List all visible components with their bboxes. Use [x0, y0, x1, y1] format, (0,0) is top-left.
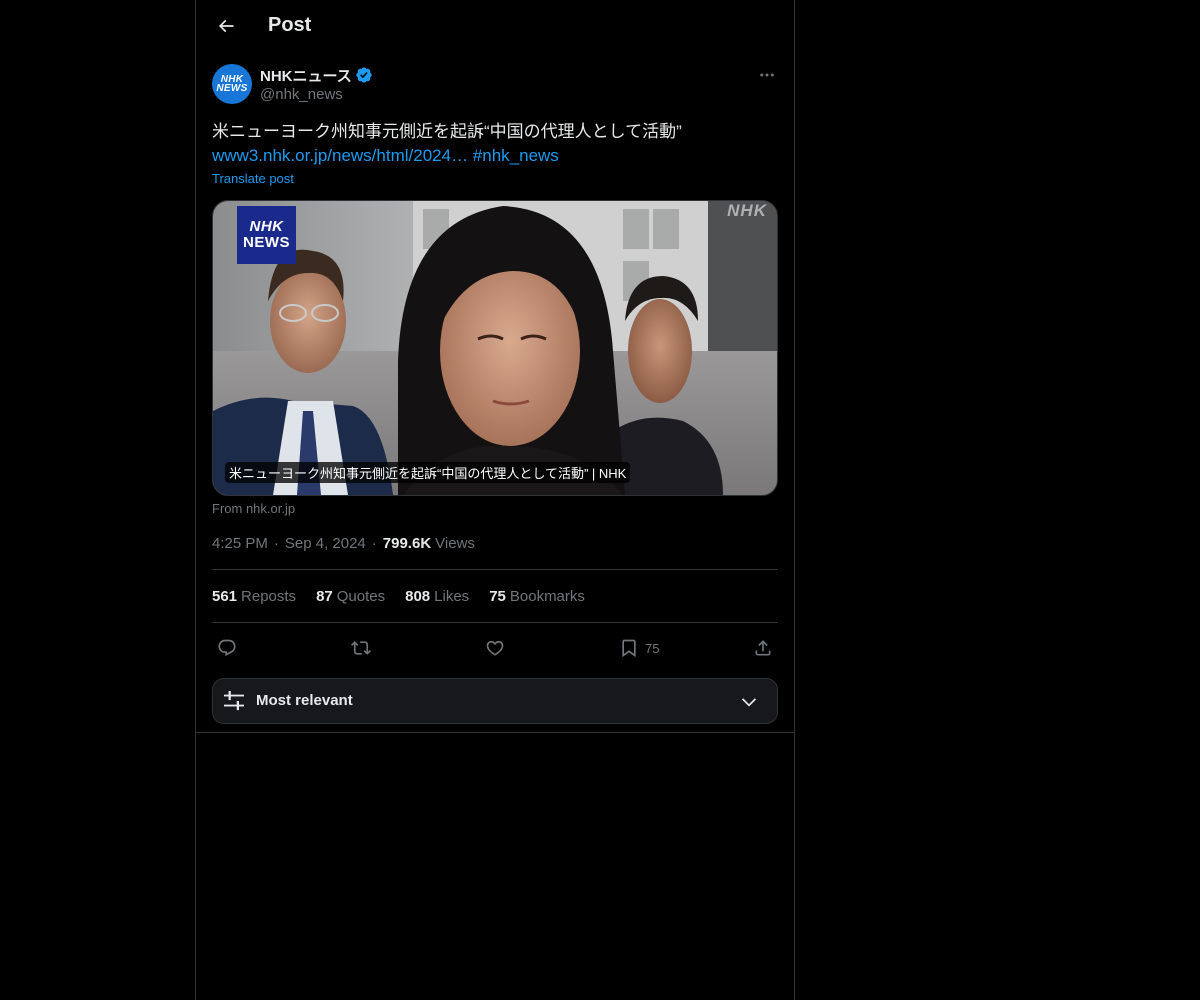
- views-count: 799.6K: [382, 535, 432, 552]
- reposts-stat[interactable]: 561 Reposts: [212, 588, 296, 605]
- reply-icon: [218, 639, 236, 657]
- quotes-stat[interactable]: 87 Quotes: [316, 588, 385, 605]
- bookmarks-count: 75: [489, 588, 506, 605]
- views-label: Views: [435, 535, 475, 552]
- bookmarks-label: Bookmarks: [509, 588, 585, 605]
- likes-label: Likes: [434, 588, 470, 605]
- chevron-down-icon: [741, 698, 757, 707]
- post-text: 米ニューヨーク州知事元側近を起訴“中国の代理人として活動” www3.nhk.o…: [212, 120, 778, 168]
- nhk-news-logo: NHK NEWS: [237, 206, 296, 264]
- likes-count: 808: [405, 588, 431, 605]
- post-links: www3.nhk.or.jp/news/html/2024… #nhk_news: [212, 144, 778, 168]
- link-card[interactable]: NHK NEWS NHK 米ニューヨーク州知事元側近を起訴“中国の代理人として活…: [212, 200, 778, 496]
- card-caption: 米ニューヨーク州知事元側近を起訴“中国の代理人として活動” | NHK: [225, 462, 631, 483]
- more-horizontal-icon: [760, 73, 774, 77]
- quotes-label: Quotes: [336, 588, 386, 605]
- news-photo: [213, 201, 777, 495]
- repost-icon: [351, 641, 371, 655]
- separator-dot: ·: [371, 535, 377, 552]
- like-button[interactable]: [485, 636, 505, 660]
- handle[interactable]: @nhk_news: [260, 86, 373, 103]
- bookmark-button[interactable]: 75: [619, 636, 659, 660]
- reposts-label: Reposts: [241, 588, 297, 605]
- display-name-row: NHKニュース: [260, 65, 373, 85]
- translate-link[interactable]: Translate post: [212, 171, 294, 186]
- main-column: Post NHK NEWS NHKニュース @nhk_news 米ニューヨーク州…: [195, 0, 795, 1000]
- bookmark-count: 75: [645, 640, 660, 656]
- verified-badge-icon: [356, 67, 372, 83]
- divider: [212, 622, 778, 623]
- display-name[interactable]: NHKニュース: [260, 65, 352, 86]
- post-meta: 4:25 PM · Sep 4, 2024 · 799.6K Views: [212, 535, 475, 552]
- repost-button[interactable]: [351, 636, 371, 660]
- post-time[interactable]: 4:25 PM: [212, 535, 268, 552]
- sliders-icon: [224, 691, 244, 711]
- page-title: Post: [268, 14, 312, 36]
- logo-line2: NEWS: [243, 234, 290, 251]
- post-body: 米ニューヨーク州知事元側近を起訴“中国の代理人として活動”: [212, 122, 682, 141]
- arrow-left-icon: [218, 19, 234, 33]
- engagement-stats: 561 Reposts 87 Quotes 808 Likes 75 Bookmarks: [212, 588, 605, 605]
- back-button[interactable]: [208, 8, 244, 44]
- likes-stat[interactable]: 808 Likes: [405, 588, 469, 605]
- reposts-count: 561: [212, 588, 238, 605]
- action-bar: 75: [212, 632, 778, 664]
- nhk-watermark: NHK: [727, 201, 767, 220]
- card-source[interactable]: From nhk.or.jp: [212, 501, 295, 516]
- share-button[interactable]: [753, 636, 773, 660]
- divider: [196, 732, 794, 733]
- post-url-link[interactable]: www3.nhk.or.jp/news/html/2024…: [212, 146, 468, 165]
- bookmarks-stat[interactable]: 75 Bookmarks: [489, 588, 585, 605]
- avatar[interactable]: NHK NEWS: [212, 64, 252, 104]
- top-bar: Post: [196, 0, 794, 53]
- sort-label: Most relevant: [256, 692, 353, 709]
- share-icon: [755, 640, 771, 656]
- divider: [212, 569, 778, 570]
- post-date[interactable]: Sep 4, 2024: [285, 535, 366, 552]
- author-block: NHKニュース @nhk_news: [260, 65, 373, 103]
- logo-line1: NHK: [249, 218, 284, 235]
- reply-button[interactable]: [217, 636, 237, 660]
- bookmark-icon: [622, 639, 636, 658]
- hashtag-link[interactable]: #nhk_news: [473, 146, 559, 165]
- avatar-line2: NEWS: [216, 83, 248, 94]
- heart-icon: [486, 640, 504, 656]
- quotes-count: 87: [316, 588, 333, 605]
- sort-replies-selector[interactable]: Most relevant: [212, 678, 778, 724]
- more-button[interactable]: [756, 64, 778, 86]
- separator-dot: ·: [273, 535, 279, 552]
